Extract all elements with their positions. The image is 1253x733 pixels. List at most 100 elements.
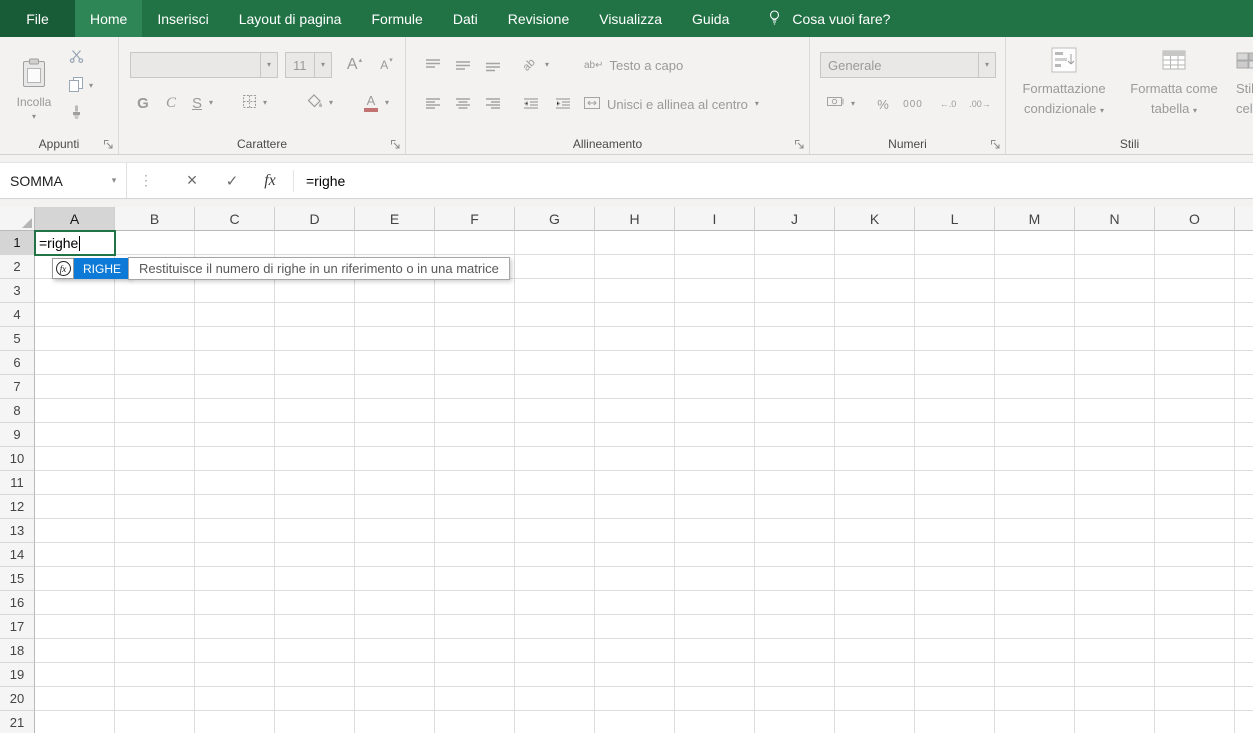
cell-L1[interactable] [915,231,995,255]
cell-H1[interactable] [595,231,675,255]
column-header-I[interactable]: I [675,207,755,231]
decrease-font-size-button[interactable]: A▾ [373,52,400,78]
cell-J8[interactable] [755,399,835,423]
cell-I7[interactable] [675,375,755,399]
cell-B1[interactable] [115,231,195,255]
cell-E3[interactable] [355,279,435,303]
cell-N16[interactable] [1075,591,1155,615]
insert-function-button[interactable]: fx [257,172,283,190]
cell-O3[interactable] [1155,279,1235,303]
column-header-F[interactable]: F [435,207,515,231]
cell-D8[interactable] [275,399,355,423]
appunti-dialog-launcher[interactable] [103,137,114,148]
cell-I8[interactable] [675,399,755,423]
cell-D4[interactable] [275,303,355,327]
cell-C16[interactable] [195,591,275,615]
cell-K10[interactable] [835,447,915,471]
cell-L15[interactable] [915,567,995,591]
cell-G13[interactable] [515,519,595,543]
align-center-button[interactable] [450,92,476,116]
row-header-15[interactable]: 15 [0,567,35,591]
cell-I6[interactable] [675,351,755,375]
cell-J19[interactable] [755,663,835,687]
cell-J5[interactable] [755,327,835,351]
cell-A14[interactable] [35,543,115,567]
cell-E7[interactable] [355,375,435,399]
cell-M20[interactable] [995,687,1075,711]
cell-K8[interactable] [835,399,915,423]
cell-L8[interactable] [915,399,995,423]
cell-K4[interactable] [835,303,915,327]
cell-N3[interactable] [1075,279,1155,303]
active-cell-A1[interactable]: =righe [34,230,116,256]
cell-O18[interactable] [1155,639,1235,663]
cell-offscreen2[interactable] [1235,255,1253,279]
cell-J13[interactable] [755,519,835,543]
cell-K6[interactable] [835,351,915,375]
cell-M12[interactable] [995,495,1075,519]
cell-N13[interactable] [1075,519,1155,543]
cell-H12[interactable] [595,495,675,519]
row-header-18[interactable]: 18 [0,639,35,663]
cell-offscreen19[interactable] [1235,663,1253,687]
cell-K15[interactable] [835,567,915,591]
column-header-C[interactable]: C [195,207,275,231]
cell-O21[interactable] [1155,711,1235,733]
cell-G10[interactable] [515,447,595,471]
cell-C4[interactable] [195,303,275,327]
cell-I21[interactable] [675,711,755,733]
borders-button[interactable] [237,90,261,116]
cell-B12[interactable] [115,495,195,519]
cell-C21[interactable] [195,711,275,733]
cell-N8[interactable] [1075,399,1155,423]
cell-E12[interactable] [355,495,435,519]
cell-D11[interactable] [275,471,355,495]
cell-F9[interactable] [435,423,515,447]
cell-A5[interactable] [35,327,115,351]
cell-L16[interactable] [915,591,995,615]
cell-M16[interactable] [995,591,1075,615]
cell-G20[interactable] [515,687,595,711]
carattere-dialog-launcher[interactable] [390,137,401,148]
fill-color-button[interactable] [303,90,327,116]
cell-N20[interactable] [1075,687,1155,711]
cell-L13[interactable] [915,519,995,543]
cell-C3[interactable] [195,279,275,303]
cell-M4[interactable] [995,303,1075,327]
cell-M13[interactable] [995,519,1075,543]
cell-M3[interactable] [995,279,1075,303]
cell-M18[interactable] [995,639,1075,663]
cell-E13[interactable] [355,519,435,543]
cell-J10[interactable] [755,447,835,471]
italic-button[interactable]: C [159,90,183,116]
cell-M7[interactable] [995,375,1075,399]
cell-O8[interactable] [1155,399,1235,423]
align-top-button[interactable] [420,53,446,77]
cell-E8[interactable] [355,399,435,423]
cell-offscreen6[interactable] [1235,351,1253,375]
cell-I18[interactable] [675,639,755,663]
cell-O15[interactable] [1155,567,1235,591]
cell-offscreen8[interactable] [1235,399,1253,423]
cell-J7[interactable] [755,375,835,399]
cell-I13[interactable] [675,519,755,543]
row-header-13[interactable]: 13 [0,519,35,543]
cell-N17[interactable] [1075,615,1155,639]
font-size-combobox[interactable]: 11 ▾ [285,52,332,78]
cell-D1[interactable] [275,231,355,255]
cell-B13[interactable] [115,519,195,543]
cell-E9[interactable] [355,423,435,447]
copy-button[interactable] [64,76,88,98]
cell-offscreen12[interactable] [1235,495,1253,519]
cell-A9[interactable] [35,423,115,447]
cell-K16[interactable] [835,591,915,615]
cell-K3[interactable] [835,279,915,303]
cell-offscreen16[interactable] [1235,591,1253,615]
increase-indent-button[interactable] [550,92,576,116]
cell-F14[interactable] [435,543,515,567]
cell-O6[interactable] [1155,351,1235,375]
cell-G3[interactable] [515,279,595,303]
cell-D19[interactable] [275,663,355,687]
cell-D5[interactable] [275,327,355,351]
cell-I11[interactable] [675,471,755,495]
